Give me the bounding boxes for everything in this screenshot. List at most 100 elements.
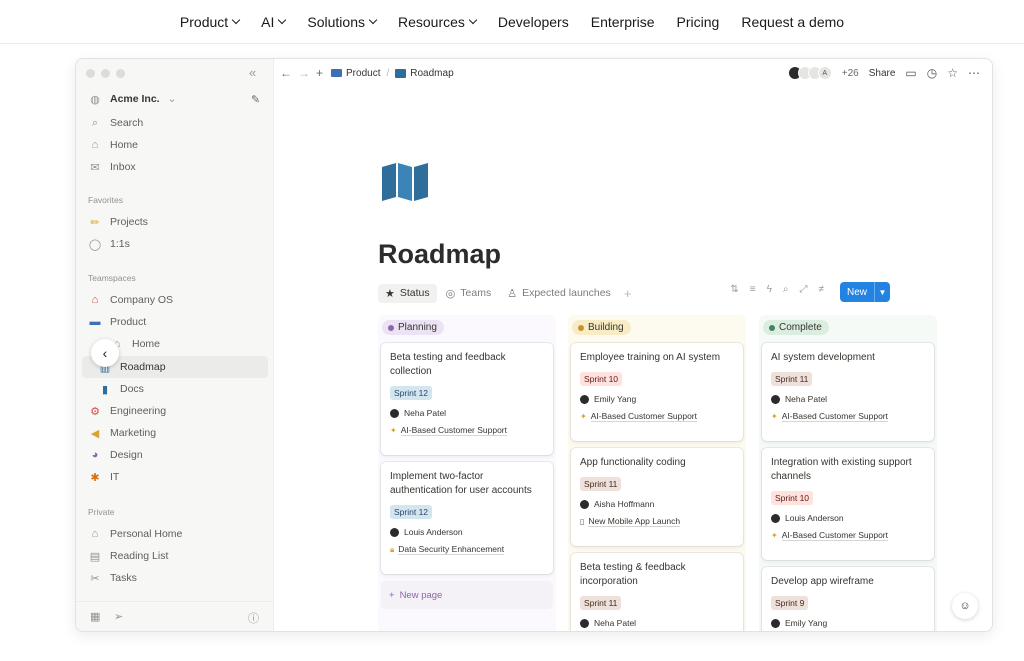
card-assignee: Emily Yang <box>580 394 734 404</box>
collapse-sidebar-icon[interactable]: « <box>249 65 256 80</box>
card-assignee: Neha Patel <box>390 408 544 418</box>
sidebar-item-design[interactable]: ◕ Design <box>82 444 268 466</box>
nav-product[interactable]: Product <box>169 14 250 30</box>
gear-icon: ⚙ <box>90 405 100 418</box>
board-card[interactable]: Develop app wireframe Sprint 9 Emily Yan… <box>762 567 934 631</box>
card-project[interactable]: ✦ AI-Based Customer Support <box>771 530 925 541</box>
card-project[interactable]: ✦ AI-Based Customer Support <box>580 411 734 422</box>
share-button[interactable]: Share <box>869 68 896 79</box>
star-icon: ★ <box>385 287 395 300</box>
new-button[interactable]: New ▼ <box>840 282 890 302</box>
add-icon[interactable]: + <box>316 66 323 80</box>
add-view-icon[interactable]: + <box>624 286 632 301</box>
card-project[interactable]: ✦ AI-Based Customer Support <box>390 425 544 436</box>
avatar <box>771 394 780 404</box>
tab-teams[interactable]: ◎ Teams <box>439 284 499 303</box>
assistant-button[interactable]: ☺ <box>952 593 978 619</box>
filter-icon[interactable]: ≡ <box>750 284 756 295</box>
home-icon: ⌂ <box>91 528 99 540</box>
sidebar-item-1on1s[interactable]: ◯ 1:1s <box>82 233 268 255</box>
card-project[interactable]: 🔒︎ Data Security Enhancement <box>390 544 544 555</box>
sidebar-item-personal-home[interactable]: ⌂ Personal Home <box>82 523 268 545</box>
sparkle-icon: ✦ <box>771 412 778 421</box>
send-icon[interactable]: ➢ <box>114 610 123 623</box>
comment-icon[interactable]: ▭ <box>905 66 916 80</box>
main-content: ← → + Product / Roadmap A +26 Share ▭ ◷ … <box>274 59 992 631</box>
board-card[interactable]: App functionality coding Sprint 11 Aisha… <box>571 448 743 546</box>
sidebar-item-home[interactable]: ⌂ Home <box>82 134 268 156</box>
search-icon[interactable]: ⌕ <box>783 284 789 295</box>
board-card[interactable]: Employee training on AI system Sprint 10… <box>571 343 743 441</box>
sidebar-item-company-os[interactable]: ⌂ Company OS <box>82 289 268 311</box>
board-column-planning: Planning Beta testing and feedback colle… <box>378 315 556 631</box>
sidebar-item-tasks[interactable]: ✂ Tasks <box>82 567 268 589</box>
private-heading: Private <box>88 507 115 517</box>
collaborator-avatars[interactable]: A <box>787 66 832 80</box>
card-assignee: Neha Patel <box>771 394 925 404</box>
sidebar-item-it[interactable]: ✱ IT <box>82 466 268 488</box>
monitor-icon <box>331 69 343 77</box>
workspace-switcher[interactable]: ◍ Acme Inc. ⌄ <box>82 88 268 110</box>
sidebar-item-product[interactable]: ▬ Product <box>82 311 268 333</box>
page-title: Roadmap <box>378 239 502 269</box>
inbox-icon: ✉ <box>90 161 100 174</box>
star-icon[interactable]: ☆ <box>947 66 958 80</box>
forward-arrow-icon[interactable]: → <box>298 66 310 80</box>
sidebar-item-docs[interactable]: ▮ Docs <box>82 378 268 400</box>
nav-ai[interactable]: AI <box>250 14 296 30</box>
sidebar-item-engineering[interactable]: ⚙ Engineering <box>82 400 268 422</box>
nav-enterprise[interactable]: Enterprise <box>580 14 666 30</box>
avatar <box>771 618 780 628</box>
card-title: AI system development <box>771 352 875 363</box>
breadcrumb-product[interactable]: Product <box>346 68 380 79</box>
megaphone-icon: ◀ <box>90 427 100 440</box>
card-title: Beta testing & feedback incorporation <box>580 562 686 587</box>
sort-icon[interactable]: ⇅ <box>730 284 738 295</box>
tab-status[interactable]: ★ Status <box>378 283 437 303</box>
board-card[interactable]: Beta testing and feedback collection Spr… <box>381 343 553 455</box>
help-icon[interactable]: ⓘ <box>248 610 259 626</box>
bookmark-icon: ▮ <box>101 383 109 396</box>
sprint-tag: Sprint 11 <box>580 477 622 491</box>
sparkle-icon: ✦ <box>390 426 397 435</box>
clock-icon[interactable]: ◷ <box>927 66 937 80</box>
sparkle-icon: ✦ <box>580 412 587 421</box>
card-assignee: Emily Yang <box>771 618 925 628</box>
new-page-button[interactable]: + New page <box>381 581 553 609</box>
sidebar-item-marketing[interactable]: ◀ Marketing <box>82 422 268 444</box>
nav-developers[interactable]: Developers <box>487 14 580 30</box>
sidebar-item-inbox[interactable]: ✉ Inbox <box>82 156 268 178</box>
chevron-down-icon[interactable]: ▼ <box>874 282 890 302</box>
settings-icon[interactable]: ≠ <box>819 284 825 295</box>
tab-expected-launches[interactable]: ♙ Expected launches <box>500 284 618 303</box>
sidebar-item-reading-list[interactable]: ▤ Reading List <box>82 545 268 567</box>
board-card[interactable]: AI system development Sprint 11 Neha Pat… <box>762 343 934 441</box>
automation-icon[interactable]: ϟ <box>767 284 772 295</box>
carousel-back-button[interactable]: ‹ <box>91 339 119 367</box>
breadcrumb-roadmap[interactable]: Roadmap <box>410 68 453 79</box>
nav-request-demo[interactable]: Request a demo <box>730 14 855 30</box>
search-icon: ⌕ <box>91 116 99 129</box>
avatar <box>580 618 589 628</box>
nav-solutions[interactable]: Solutions <box>296 14 387 30</box>
calendar-icon[interactable]: ▦ <box>90 610 100 623</box>
sidebar-footer: ▦ ➢ ⓘ <box>76 601 274 631</box>
sprint-tag: Sprint 9 <box>771 596 809 610</box>
back-arrow-icon[interactable]: ← <box>280 66 292 80</box>
card-project[interactable]: ▯ New Mobile App Launch <box>580 516 734 527</box>
favorites-heading: Favorites <box>88 195 123 205</box>
nav-pricing[interactable]: Pricing <box>666 14 731 30</box>
card-project[interactable]: ✦ AI-Based Customer Support <box>771 411 925 422</box>
sidebar-item-projects[interactable]: ✏ Projects <box>82 211 268 233</box>
board-card[interactable]: Implement two-factor authentication for … <box>381 462 553 574</box>
board-card[interactable]: Beta testing & feedback incorporation Sp… <box>571 553 743 631</box>
chevron-left-icon: ‹ <box>102 345 108 361</box>
nav-resources[interactable]: Resources <box>387 14 487 30</box>
expand-icon[interactable]: ⤢ <box>800 284 808 295</box>
board-card[interactable]: Integration with existing support channe… <box>762 448 934 560</box>
sidebar-item-search[interactable]: ⌕ Search <box>82 112 268 134</box>
chat-icon: ◯ <box>88 238 102 251</box>
more-icon[interactable]: ⋯ <box>968 66 980 80</box>
globe-icon: ◍ <box>90 93 100 106</box>
new-page-edit-icon[interactable]: ✎ <box>251 93 260 106</box>
